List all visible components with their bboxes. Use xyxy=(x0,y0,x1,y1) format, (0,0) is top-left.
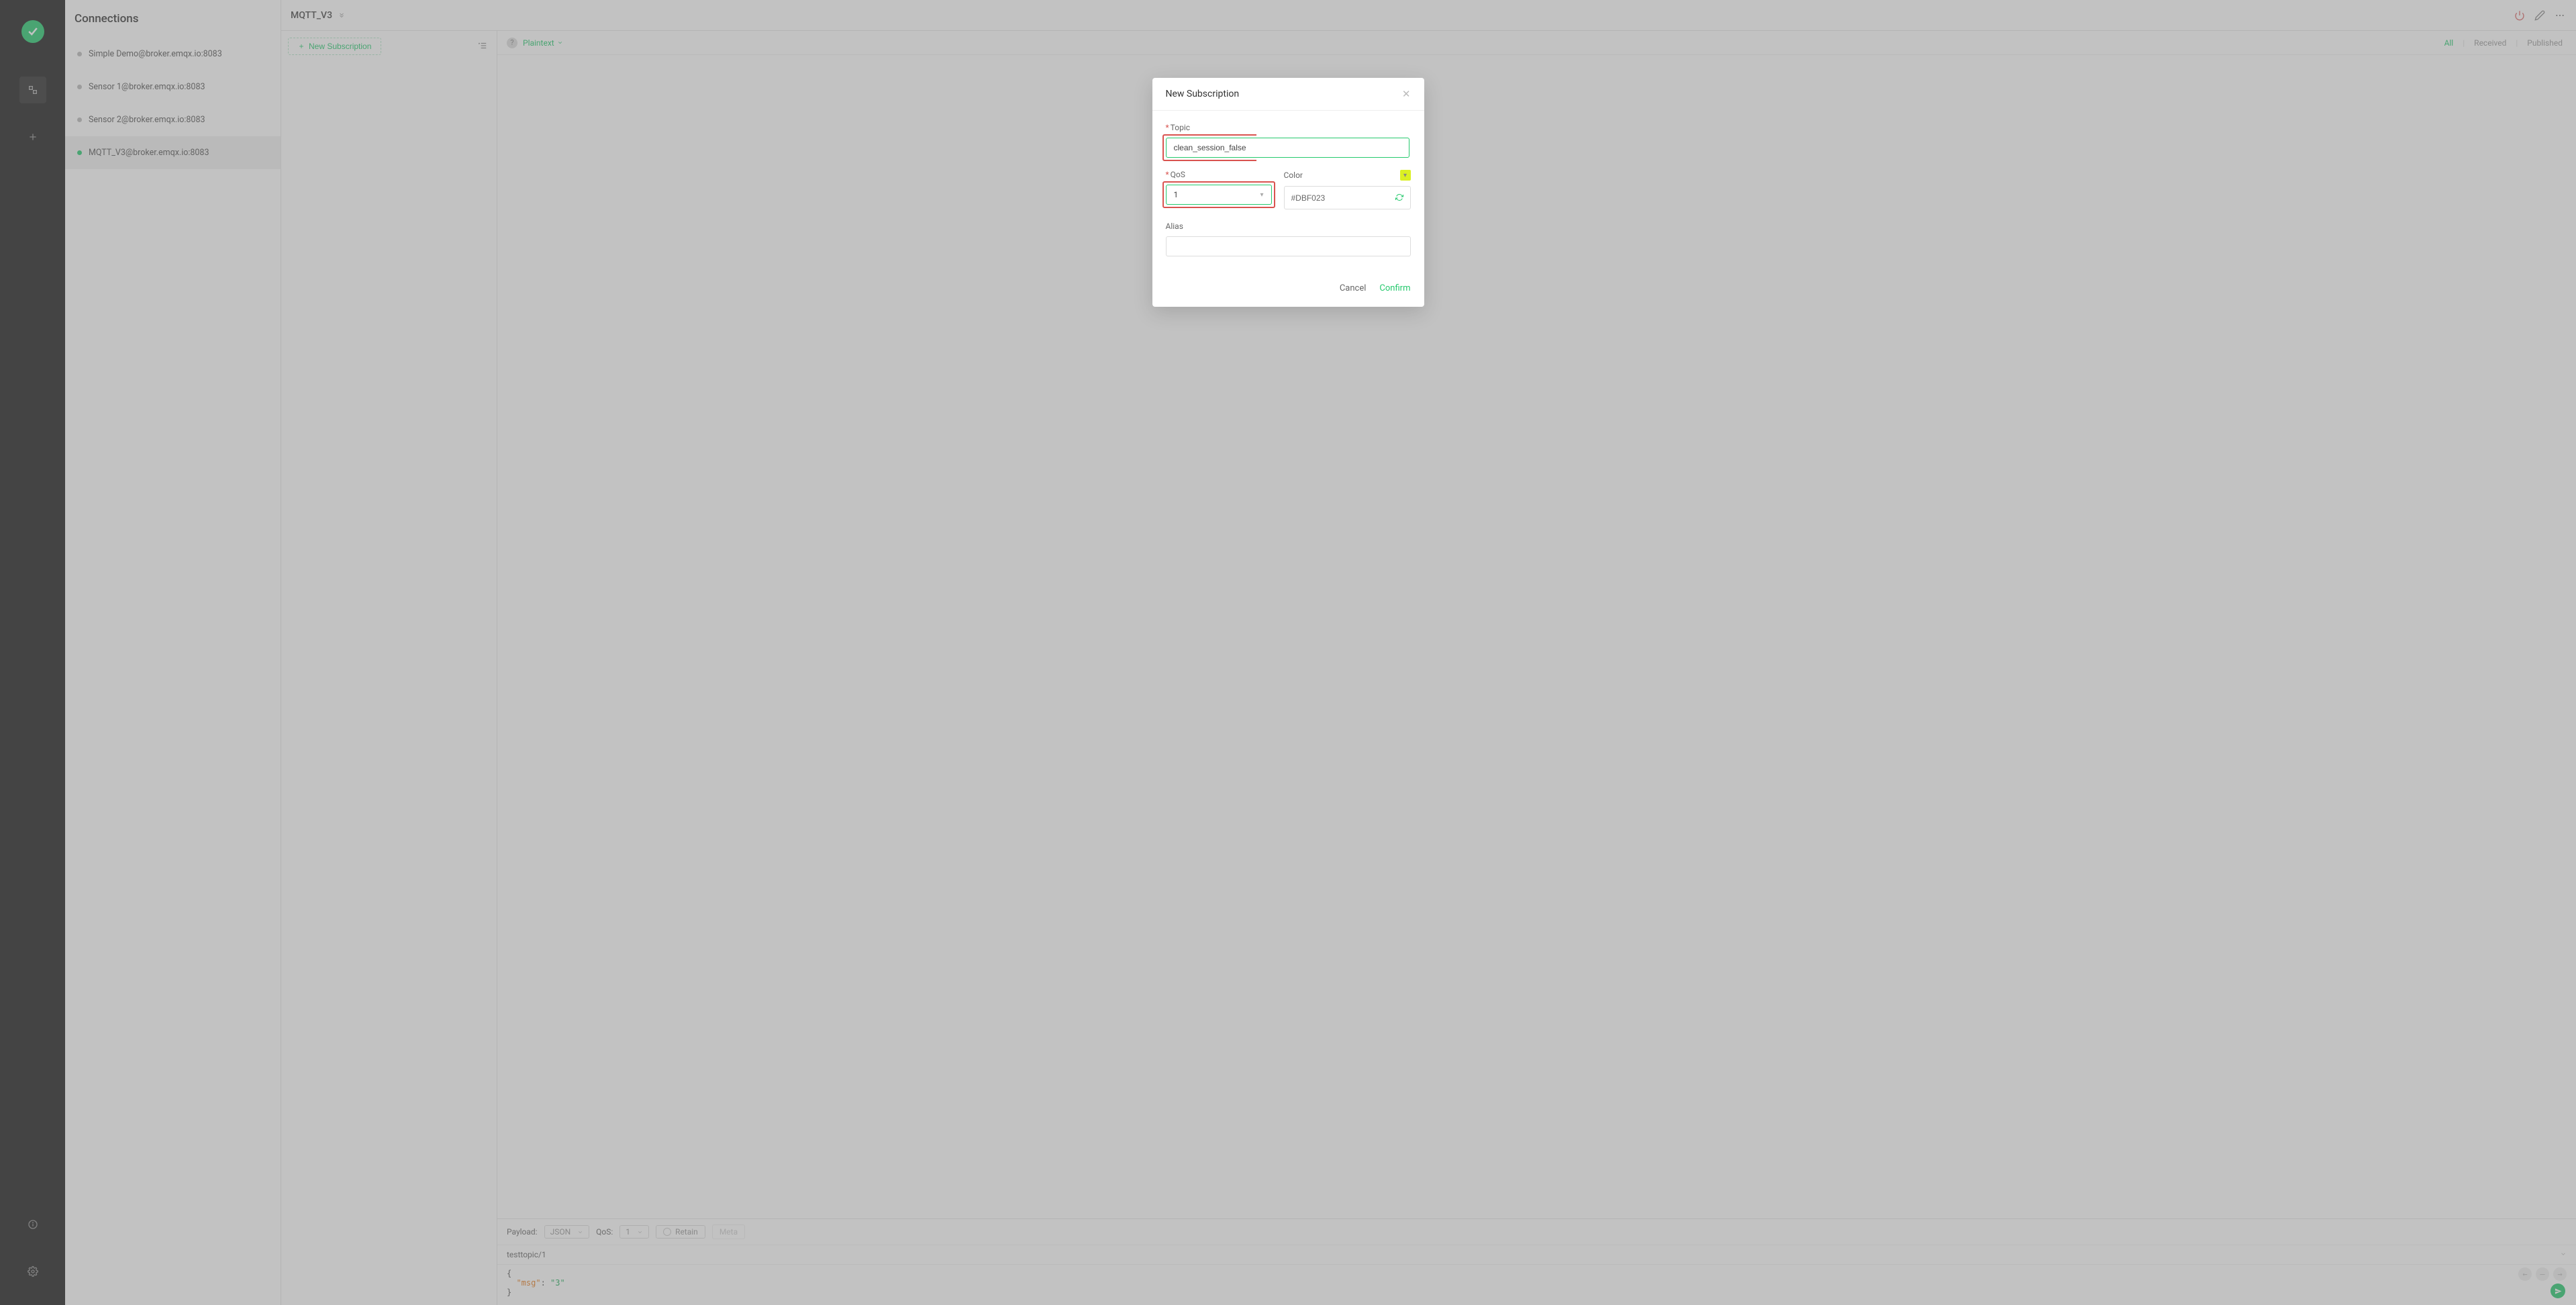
alias-input[interactable] xyxy=(1166,236,1411,256)
cancel-button[interactable]: Cancel xyxy=(1340,283,1367,293)
alias-label: Alias xyxy=(1166,222,1183,231)
new-subscription-modal: New Subscription ✕ *Topic *QoS 1 ▾ xyxy=(1152,78,1424,307)
color-swatch-picker[interactable]: ▾ xyxy=(1400,170,1411,181)
qos-field-select[interactable]: 1 ▾ xyxy=(1166,185,1272,205)
confirm-button[interactable]: Confirm xyxy=(1379,283,1410,293)
close-icon[interactable]: ✕ xyxy=(1402,88,1411,100)
qos-field-label: QoS xyxy=(1171,170,1185,179)
topic-label: Topic xyxy=(1171,123,1190,132)
topic-input[interactable] xyxy=(1166,138,1409,158)
modal-title: New Subscription xyxy=(1166,89,1240,99)
color-label: Color xyxy=(1284,171,1303,180)
color-input[interactable] xyxy=(1291,193,1395,203)
modal-overlay[interactable]: New Subscription ✕ *Topic *QoS 1 ▾ xyxy=(0,0,2576,1305)
refresh-color-icon[interactable] xyxy=(1395,191,1403,204)
